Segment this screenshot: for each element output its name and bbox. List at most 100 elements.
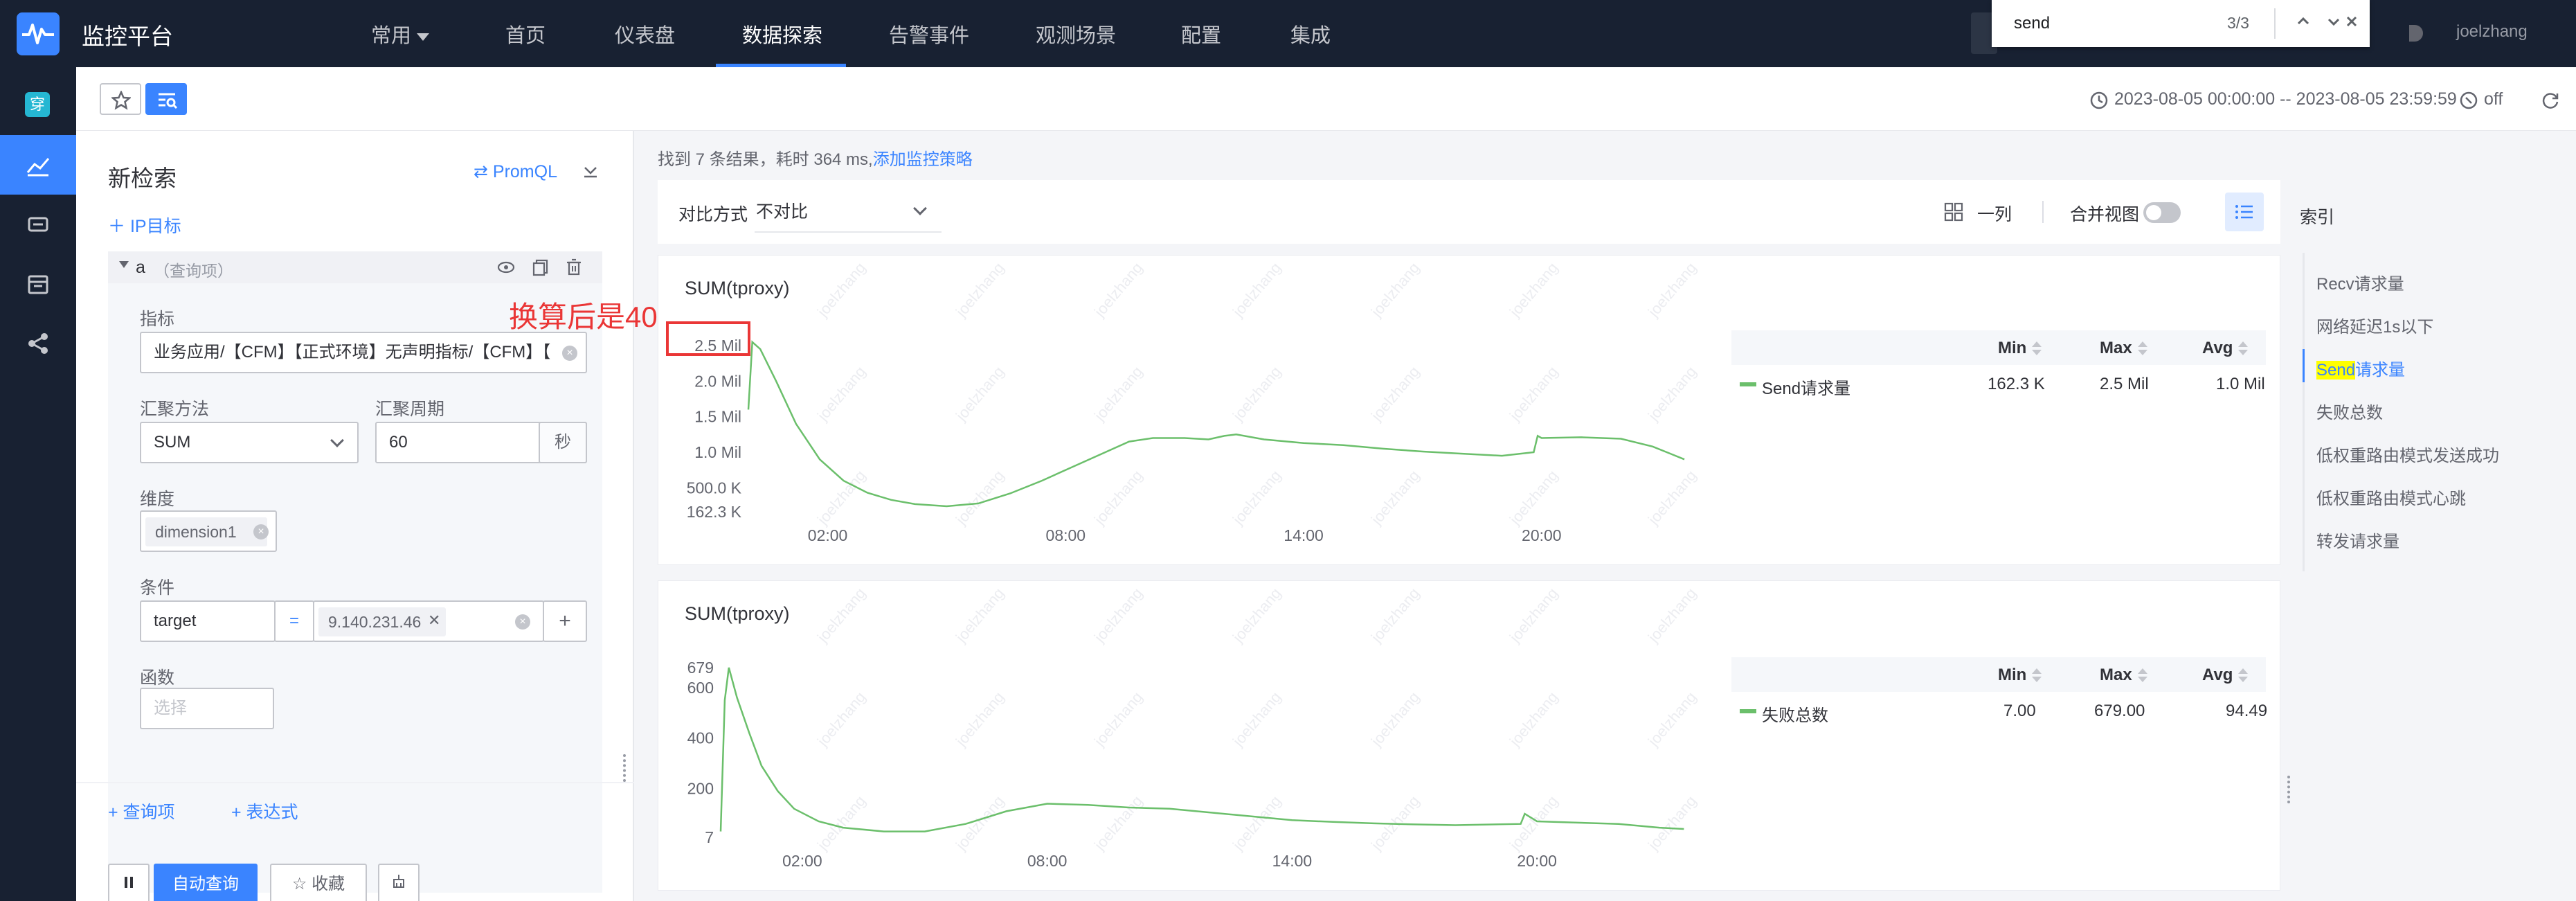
- chevron-up-icon: [2297, 17, 2309, 25]
- x-tick-label: 14:00: [1272, 852, 1313, 870]
- clear-query-button[interactable]: [378, 864, 420, 901]
- auto-refresh-select[interactable]: off: [2484, 89, 2503, 109]
- chart-panel-send[interactable]: joelzhang joelzhang joelzhang joelzhang joel…: [658, 255, 2280, 565]
- condition-value-tag[interactable]: 9.140.231.46: [318, 607, 447, 636]
- index-item-low-weight-send[interactable]: 低权重路由模式发送成功: [2316, 442, 2499, 466]
- copy-icon[interactable]: [532, 258, 550, 276]
- find-close-button[interactable]: [2338, 10, 2366, 37]
- nav-item-integration[interactable]: 集成: [1290, 19, 1331, 48]
- chart-panel-failures[interactable]: joelzhang joelzhang joelzhang joelzhang joel…: [658, 580, 2280, 891]
- add-condition-button[interactable]: +: [543, 600, 587, 642]
- compare-select[interactable]: 不对比: [755, 191, 942, 233]
- condition-key-select[interactable]: target: [140, 600, 276, 642]
- username[interactable]: joelzhang: [2456, 22, 2528, 42]
- watermark: joelzhang: [1090, 585, 1146, 646]
- find-input[interactable]: send: [2014, 14, 2050, 33]
- add-expression-button[interactable]: + 表达式: [231, 799, 298, 823]
- nav-item-config[interactable]: 配置: [1181, 19, 1221, 48]
- panel-resize-handle[interactable]: [623, 754, 626, 782]
- watermark: joelzhang: [1506, 585, 1561, 646]
- eye-icon[interactable]: [497, 258, 515, 276]
- collapse-icon[interactable]: [582, 161, 600, 184]
- agg-method-label: 汇聚方法: [140, 400, 210, 419]
- favorite-button[interactable]: ☆ 收藏: [270, 864, 367, 901]
- merge-view-label: 合并视图: [2070, 205, 2140, 224]
- refresh-icon[interactable]: [2541, 91, 2560, 110]
- app-logo[interactable]: [17, 12, 60, 55]
- favorites-button[interactable]: [100, 83, 141, 115]
- auto-query-button[interactable]: 自动查询: [154, 864, 258, 901]
- legend-row[interactable]: Send请求量 162.3 K 2.5 Mil 1.0 Mil: [1731, 365, 2266, 404]
- metric-select[interactable]: 业务应用/【CFM】【正式环境】无声明指标/【CFM】【: [140, 332, 587, 373]
- legend-avg-header[interactable]: Avg: [2202, 339, 2249, 358]
- dimension-label: 维度: [140, 490, 175, 509]
- clear-icon[interactable]: ×: [515, 614, 530, 630]
- caret-down-icon[interactable]: [119, 261, 129, 268]
- merge-view-toggle[interactable]: [2143, 202, 2181, 223]
- legend-min-header[interactable]: Min: [1998, 339, 2042, 358]
- nav-item-common[interactable]: 常用: [371, 19, 430, 48]
- index-active-indicator: [2303, 349, 2305, 382]
- app-title: 监控平台: [82, 24, 173, 49]
- time-range-picker[interactable]: 2023-08-05 00:00:00 -- 2023-08-05 23:59:…: [2114, 89, 2457, 109]
- nav-item-dashboard[interactable]: 仪表盘: [615, 19, 675, 48]
- chart-title: SUM(tproxy): [685, 603, 790, 624]
- nav-item-alarm-events[interactable]: 告警事件: [889, 19, 969, 48]
- remove-tag-icon[interactable]: ✕: [428, 612, 440, 630]
- legend-min-value: 162.3 K: [1988, 375, 2045, 393]
- sidebar-item-data-explore[interactable]: [0, 135, 76, 195]
- query-item-header[interactable]: a （查询项）: [108, 251, 602, 283]
- watermark: joelzhang: [952, 363, 1007, 425]
- help-icon[interactable]: [2409, 25, 2423, 42]
- x-tick-label: 02:00: [782, 852, 822, 870]
- nav-item-scenarios[interactable]: 观测场景: [1036, 19, 1116, 48]
- star-icon: [111, 91, 131, 110]
- dimension-tag[interactable]: dimension1: [145, 517, 267, 546]
- index-panel-title: 索引: [2300, 208, 2335, 227]
- pause-button[interactable]: [108, 864, 150, 901]
- clear-icon[interactable]: ×: [562, 346, 577, 361]
- add-ip-target-button[interactable]: ＋ IP目标: [108, 213, 181, 238]
- sidebar-item-calendar[interactable]: [0, 254, 76, 314]
- function-select[interactable]: 选择: [140, 688, 274, 729]
- panel-resize-handle[interactable]: [2287, 776, 2290, 803]
- retrieval-list-button[interactable]: [145, 83, 187, 115]
- legend-series-name: 失败总数: [1762, 706, 1828, 725]
- index-item-latency[interactable]: 网络延迟1s以下: [2316, 313, 2433, 337]
- condition-operator[interactable]: =: [274, 600, 314, 642]
- index-item-failures[interactable]: 失败总数: [2316, 399, 2383, 423]
- agg-period-label: 汇聚周期: [375, 400, 445, 419]
- add-alert-strategy-link[interactable]: 添加监控策略: [873, 150, 973, 169]
- log-icon: [28, 217, 48, 232]
- legend-max-header[interactable]: Max: [2100, 339, 2147, 358]
- y-tick-label: 600: [687, 679, 714, 697]
- legend-min-header[interactable]: Min: [1998, 666, 2042, 685]
- index-item-low-weight-heartbeat[interactable]: 低权重路由模式心跳: [2316, 485, 2466, 509]
- query-item-subtitle: （查询项）: [154, 262, 233, 280]
- legend-max-header[interactable]: Max: [2100, 666, 2147, 685]
- promql-switch[interactable]: ⇄ PromQL: [474, 161, 557, 182]
- index-item-recv[interactable]: Recv请求量: [2316, 270, 2404, 294]
- delete-icon[interactable]: [565, 258, 583, 276]
- add-query-item-button[interactable]: + 查询项: [108, 799, 175, 823]
- legend-row[interactable]: 失败总数 7.00 679.00 94.49: [1731, 692, 2267, 731]
- index-item-send[interactable]: Send请求量: [2316, 356, 2405, 380]
- caret-down-icon: [417, 33, 430, 41]
- watermark: joelzhang: [1506, 792, 1561, 854]
- sidebar-item-topology[interactable]: [0, 314, 76, 373]
- index-item-forward[interactable]: 转发请求量: [2316, 528, 2399, 552]
- agg-method-select[interactable]: SUM: [140, 422, 359, 463]
- watermark: joelzhang: [1229, 363, 1284, 425]
- find-previous-button[interactable]: [2289, 10, 2317, 37]
- legend-avg-header[interactable]: Avg: [2202, 666, 2249, 685]
- sidebar-item-log[interactable]: [0, 195, 76, 254]
- nav-item-home[interactable]: 首页: [505, 19, 546, 48]
- layout-select[interactable]: 一列: [1977, 201, 2012, 226]
- sidebar-app-switcher[interactable]: 穿: [0, 67, 76, 127]
- index-toggle-button[interactable]: [2225, 193, 2264, 231]
- grid-layout-icon[interactable]: [1944, 202, 1963, 222]
- remove-tag-icon[interactable]: ×: [253, 524, 269, 539]
- watermark: joelzhang: [813, 259, 869, 321]
- query-item-body: 指标 业务应用/【CFM】【正式环境】无声明指标/【CFM】【 × 汇聚方法 S…: [108, 283, 602, 893]
- nav-item-data-explore[interactable]: 数据探索: [742, 19, 822, 48]
